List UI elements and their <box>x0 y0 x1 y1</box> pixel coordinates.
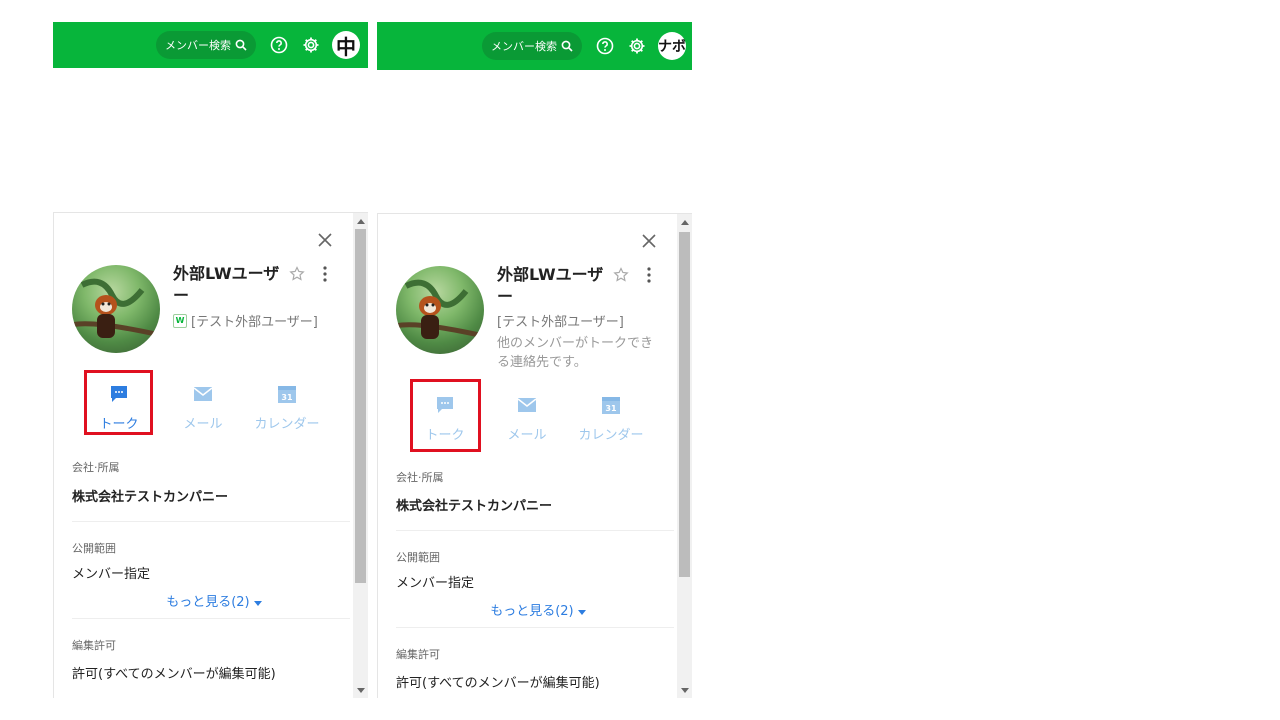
profile-description: 他のメンバーがトークできる連絡先です。 <box>497 336 654 370</box>
close-icon[interactable] <box>316 231 334 249</box>
edit-permission-label: 編集許可 <box>396 648 440 661</box>
app-header-right: メンバー検索 ナボ <box>377 22 692 70</box>
show-more-text: もっと見る(2) <box>166 595 250 610</box>
calendar-action-button[interactable]: 31 カレンダー <box>247 383 327 432</box>
company-label: 会社·所属 <box>72 461 120 474</box>
talk-action-button[interactable]: トーク <box>405 394 485 443</box>
talk-label: トーク <box>425 428 465 443</box>
profile-tag-text: [テスト外部ユーザー] <box>497 315 624 330</box>
gear-icon[interactable] <box>626 35 648 57</box>
calendar-icon: 31 <box>602 397 620 414</box>
more-vertical-icon[interactable] <box>316 265 334 283</box>
divider <box>396 530 674 531</box>
profile-photo <box>396 266 484 354</box>
member-search-label: メンバー検索 <box>491 40 557 53</box>
user-avatar[interactable]: ナボ <box>658 32 686 60</box>
caret-down-icon <box>253 601 262 606</box>
calendar-label: カレンダー <box>254 417 320 432</box>
scope-label: 公開範囲 <box>72 542 116 555</box>
star-icon[interactable] <box>288 265 306 283</box>
talk-bubble-icon <box>437 397 453 413</box>
edit-permission-label: 編集許可 <box>72 639 116 652</box>
scroll-up-arrow-icon[interactable] <box>353 213 368 228</box>
calendar-label: カレンダー <box>578 428 644 443</box>
gear-icon[interactable] <box>300 34 322 56</box>
works-badge-icon: W <box>173 313 187 328</box>
calendar-icon: 31 <box>278 386 296 403</box>
close-icon[interactable] <box>640 232 658 250</box>
avatar-text: 中 <box>336 34 356 59</box>
show-more-text: もっと見る(2) <box>490 604 574 619</box>
search-icon <box>235 39 247 51</box>
help-icon[interactable] <box>268 34 290 56</box>
mail-action-button[interactable]: メール <box>163 383 243 432</box>
edit-permission-value: 許可(すべてのメンバーが編集可能) <box>396 676 600 691</box>
mail-action-button[interactable]: メール <box>487 394 567 443</box>
scroll-thumb[interactable] <box>679 232 690 577</box>
caret-down-icon <box>577 610 586 615</box>
scope-value: メンバー指定 <box>72 567 151 582</box>
scope-label: 公開範囲 <box>396 551 440 564</box>
talk-action-button[interactable]: トーク <box>79 383 159 432</box>
show-more-link[interactable]: もっと見る(2) <box>154 591 274 610</box>
svg-text:31: 31 <box>281 393 293 402</box>
divider <box>72 521 350 522</box>
profile-tag: [テスト外部ユーザー] <box>497 311 624 330</box>
scroll-down-arrow-icon[interactable] <box>353 683 368 698</box>
user-avatar[interactable]: 中 <box>332 31 360 59</box>
more-vertical-icon[interactable] <box>640 266 658 284</box>
scrollbar[interactable] <box>677 214 692 698</box>
mail-icon <box>517 398 537 412</box>
app-header-left: メンバー検索 中 <box>53 22 368 68</box>
edit-permission-value: 許可(すべてのメンバーが編集可能) <box>72 667 276 682</box>
talk-bubble-icon <box>111 386 127 402</box>
help-icon[interactable] <box>594 35 616 57</box>
avatar-text: ナボ <box>658 39 686 55</box>
mail-label: メール <box>183 417 223 432</box>
profile-name: 外部LWユーザー <box>173 264 280 305</box>
divider <box>396 627 674 628</box>
scroll-thumb[interactable] <box>355 229 366 583</box>
talk-label: トーク <box>99 417 139 432</box>
company-value: 株式会社テストカンパニー <box>396 499 553 514</box>
scroll-up-arrow-icon[interactable] <box>677 214 692 229</box>
show-more-link[interactable]: もっと見る(2) <box>478 600 598 619</box>
mail-icon <box>193 387 213 401</box>
scroll-down-arrow-icon[interactable] <box>677 683 692 698</box>
profile-tag-text: [テスト外部ユーザー] <box>191 315 318 330</box>
divider <box>72 618 350 619</box>
member-search-label: メンバー検索 <box>165 39 231 52</box>
company-value: 株式会社テストカンパニー <box>72 490 229 505</box>
profile-photo <box>72 265 160 353</box>
star-icon[interactable] <box>612 266 630 284</box>
calendar-action-button[interactable]: 31 カレンダー <box>571 394 651 443</box>
profile-panel-right: 外部LWユーザー [テスト外部ユーザー] 他のメンバーがトークできる連絡先です。… <box>377 213 692 698</box>
profile-panel-left: 外部LWユーザー W [テスト外部ユーザー] トーク メール 31 カレンダー … <box>53 212 368 698</box>
search-icon <box>561 40 573 52</box>
member-search-button[interactable]: メンバー検索 <box>156 31 256 59</box>
company-label: 会社·所属 <box>396 471 444 484</box>
member-search-button[interactable]: メンバー検索 <box>482 32 582 60</box>
svg-text:31: 31 <box>605 404 617 413</box>
scrollbar[interactable] <box>353 213 368 698</box>
mail-label: メール <box>507 428 547 443</box>
profile-tag: W [テスト外部ユーザー] <box>173 311 318 330</box>
scope-value: メンバー指定 <box>396 576 475 591</box>
profile-name: 外部LWユーザー <box>497 265 604 306</box>
